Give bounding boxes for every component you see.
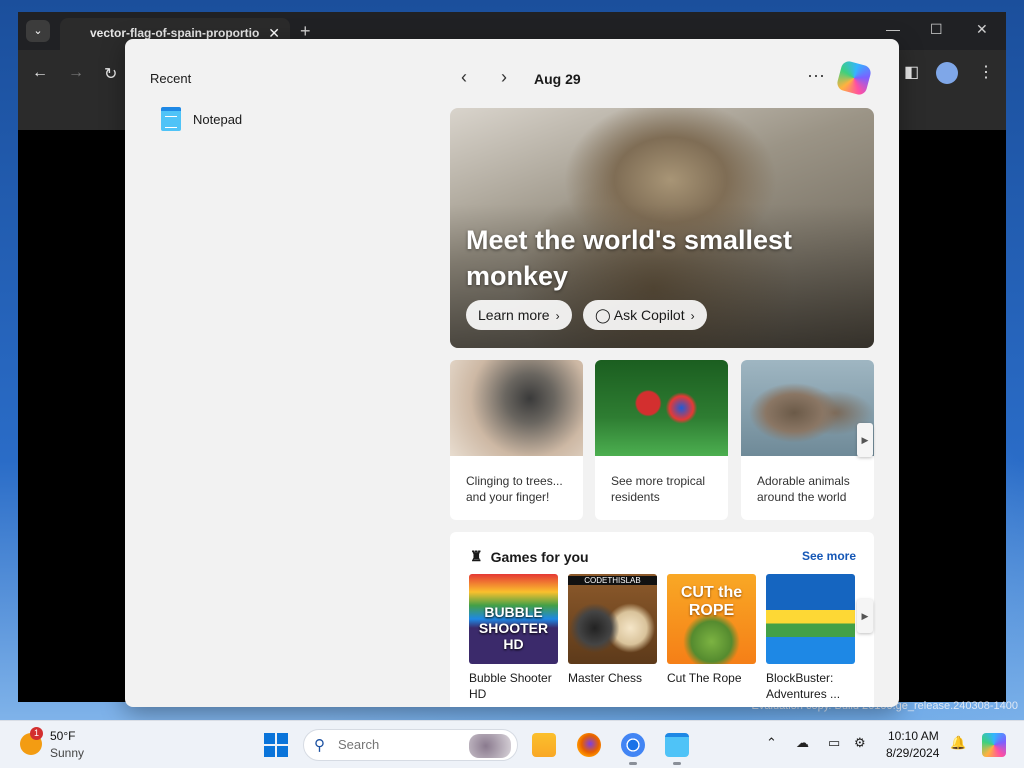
game-name: BlockBuster: Adventures ... — [766, 671, 841, 701]
recent-item-notepad[interactable]: Notepad — [161, 107, 242, 131]
recent-heading: Recent — [150, 71, 192, 86]
hero-card[interactable]: Meet the world's smallest monkey Learn m… — [450, 108, 874, 348]
next-date-button[interactable]: › — [501, 67, 507, 88]
chevron-right-icon: › — [690, 309, 695, 323]
feed-card[interactable]: See more tropical residents — [595, 360, 728, 520]
game-tile[interactable]: CODETHISLAB Master Chess — [568, 574, 657, 686]
back-icon[interactable]: ← — [32, 64, 48, 82]
game-image: BUBBLE SHOOTER HD — [469, 574, 558, 664]
firefox-icon[interactable] — [577, 733, 601, 757]
tab-search-button[interactable]: ⌄ — [26, 20, 50, 42]
copilot-icon[interactable] — [835, 59, 873, 97]
game-image: CODETHISLAB — [568, 574, 657, 664]
game-name: Cut The Rope — [667, 671, 742, 685]
network-off-icon[interactable]: ☁ — [796, 735, 809, 751]
minimize-icon[interactable]: — — [886, 21, 900, 37]
chrome-icon[interactable] — [621, 733, 645, 757]
weather-condition[interactable]: Sunny — [50, 746, 84, 760]
chat-icon: ◯ — [595, 307, 614, 323]
tab-title: vector-flag-of-spain-proportio — [90, 26, 260, 40]
card-image — [595, 360, 728, 456]
clock-time[interactable]: 10:10 AM — [888, 729, 939, 743]
accessibility-icon[interactable]: ⚙ — [854, 735, 866, 751]
profile-avatar[interactable] — [936, 62, 958, 84]
search-highlight-image — [469, 734, 511, 758]
card-text: Adorable animals around the world — [757, 474, 850, 504]
notepad-icon — [161, 107, 181, 131]
weather-badge: 1 — [30, 727, 43, 740]
window-close-icon[interactable]: ✕ — [976, 21, 988, 38]
game-image: CUT the ROPE — [667, 574, 756, 664]
chess-icon: ♜ — [470, 548, 483, 564]
forward-icon[interactable]: → — [68, 64, 84, 82]
start-button[interactable] — [264, 733, 288, 757]
game-tile[interactable]: CUT the ROPE Cut The Rope — [667, 574, 756, 686]
menu-icon[interactable]: ⋮ — [978, 62, 994, 82]
feed-card[interactable]: Adorable animals around the world — [741, 360, 874, 520]
game-name: Master Chess — [568, 671, 643, 685]
ask-copilot-button[interactable]: ◯ Ask Copilot › — [583, 300, 707, 330]
search-input[interactable] — [338, 737, 468, 752]
games-heading: ♜ Games for you — [470, 548, 589, 565]
cards-next-button[interactable]: ▶ — [857, 423, 873, 457]
card-image — [450, 360, 583, 456]
weather-temperature[interactable]: 50°F — [50, 729, 75, 743]
copilot-taskbar-icon[interactable] — [982, 733, 1006, 757]
feed-date: Aug 29 — [534, 71, 581, 87]
games-next-button[interactable]: ▶ — [857, 599, 873, 633]
file-explorer-icon[interactable] — [532, 733, 556, 757]
notepad-taskbar-icon[interactable] — [665, 733, 689, 757]
clock-date[interactable]: 8/29/2024 — [886, 746, 939, 760]
card-image — [741, 360, 874, 456]
hero-title: Meet the world's smallest monkey — [466, 225, 793, 291]
chevron-right-icon: › — [555, 309, 560, 323]
search-icon: ⚲ — [314, 737, 325, 754]
sidebar-icon[interactable]: ◧ — [904, 62, 919, 82]
game-image — [766, 574, 855, 664]
recent-item-label: Notepad — [193, 111, 243, 127]
notification-bell-icon[interactable]: 🔔 — [950, 735, 966, 751]
learn-more-button[interactable]: Learn more › — [466, 300, 572, 330]
more-options-icon[interactable]: ··· — [807, 65, 825, 86]
games-section: ♜ Games for you See more BUBBLE SHOOTER … — [450, 532, 874, 707]
taskbar-search[interactable]: ⚲ — [303, 729, 518, 761]
game-name: Bubble Shooter HD — [469, 671, 552, 701]
reload-icon[interactable]: ↻ — [104, 64, 117, 84]
display-icon[interactable]: ▭ — [828, 735, 840, 751]
start-panel: Recent Notepad ‹ › Aug 29 ··· Meet the w… — [125, 39, 899, 707]
maximize-icon[interactable]: ☐ — [930, 21, 943, 38]
feed-card[interactable]: Clinging to trees... and your finger! — [450, 360, 583, 520]
game-tile[interactable]: BUBBLE SHOOTER HD Bubble Shooter HD — [469, 574, 558, 702]
card-text: Clinging to trees... and your finger! — [466, 474, 563, 504]
chevron-up-icon[interactable]: ⌃ — [766, 735, 777, 751]
card-text: See more tropical residents — [611, 474, 706, 504]
taskbar: 1 50°F Sunny ⚲ ⌃ ☁ ▭ ⚙ 10:10 AM 8/29/202… — [0, 720, 1024, 768]
game-tile[interactable]: BlockBuster: Adventures ... — [766, 574, 855, 702]
see-more-link[interactable]: See more — [802, 549, 856, 563]
prev-date-button[interactable]: ‹ — [461, 67, 467, 88]
